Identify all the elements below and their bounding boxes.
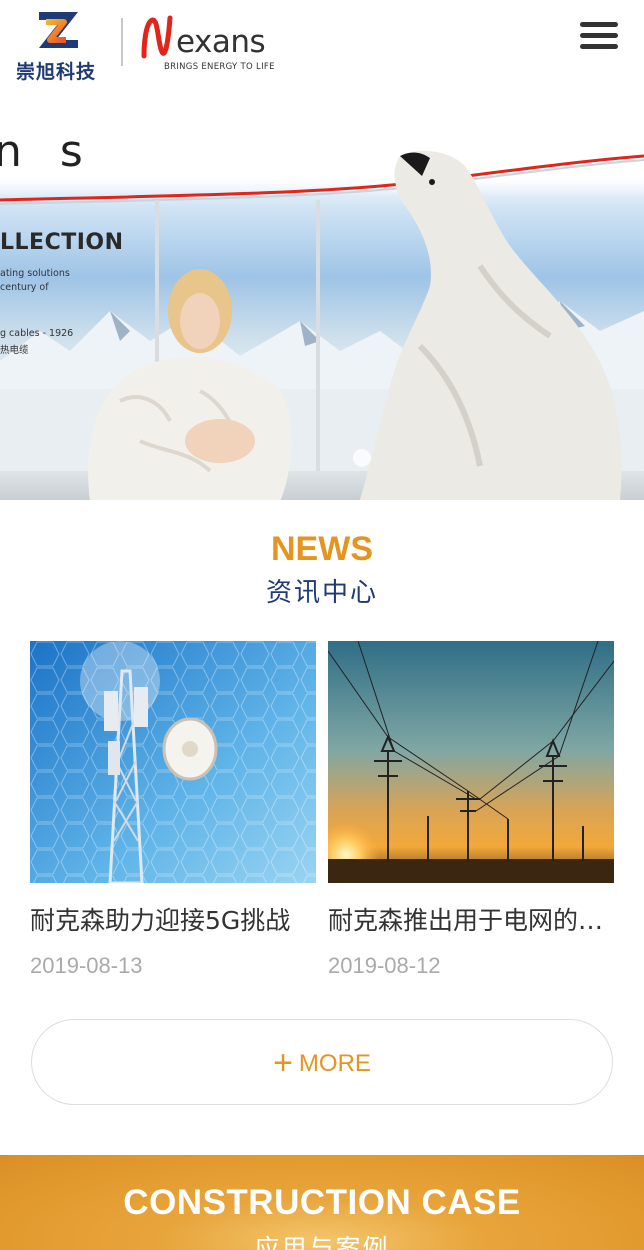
woman-image xyxy=(88,269,292,500)
banner-caption: 热电缆 xyxy=(0,345,29,356)
construction-case-section: CONSTRUCTION CASE 应用与案例 xyxy=(0,1155,644,1250)
nexans-logo[interactable]: exans BRINGS ENERGY TO LIFE xyxy=(140,12,290,74)
news-title[interactable]: 耐克森推出用于电网的新型电缆 xyxy=(328,901,614,937)
more-news-button[interactable]: + MORE xyxy=(31,1019,613,1105)
news-section-subtitle: 资讯中心 xyxy=(265,578,378,608)
z-logo-icon xyxy=(39,12,78,48)
chongxu-logo[interactable]: 崇旭科技 xyxy=(16,10,104,83)
news-title[interactable]: 耐克森助力迎接5G挑战 xyxy=(30,901,316,937)
more-label: MORE xyxy=(298,1050,371,1077)
hero-banner[interactable]: n s LLECTION ating solutions century of … xyxy=(0,96,644,500)
brand-name-cn: 崇旭科技 xyxy=(16,61,97,83)
construction-subtitle: 应用与案例 xyxy=(254,1234,390,1250)
banner-headline: n s xyxy=(0,126,95,177)
polar-bear-image xyxy=(360,150,622,500)
news-date: 2019-08-13 xyxy=(30,953,143,978)
nexans-wordmark: exans xyxy=(176,24,266,60)
hamburger-menu-icon[interactable] xyxy=(580,22,620,54)
nexans-tagline: BRINGS ENERGY TO LIFE xyxy=(164,62,275,72)
news-date: 2019-08-12 xyxy=(328,953,441,978)
news-card[interactable]: 耐克森推出用于电网的新型电缆 2019-08-12 xyxy=(328,641,614,979)
news-thumbnail-power-lines[interactable] xyxy=(328,641,614,883)
news-thumbnail-5g-tower[interactable] xyxy=(30,641,316,883)
construction-title: CONSTRUCTION CASE xyxy=(123,1183,521,1222)
nexans-n-icon xyxy=(141,15,173,59)
news-card[interactable]: 耐克森助力迎接5G挑战 2019-08-13 xyxy=(30,641,316,979)
logo-divider xyxy=(121,18,123,66)
site-header: 崇旭科技 exans BRINGS ENERGY TO LIFE xyxy=(0,0,644,96)
news-section-title: NEWS xyxy=(271,530,373,568)
plus-icon: + xyxy=(273,1044,293,1082)
carousel-dot[interactable] xyxy=(353,449,371,467)
banner-caption: century of xyxy=(0,282,49,293)
